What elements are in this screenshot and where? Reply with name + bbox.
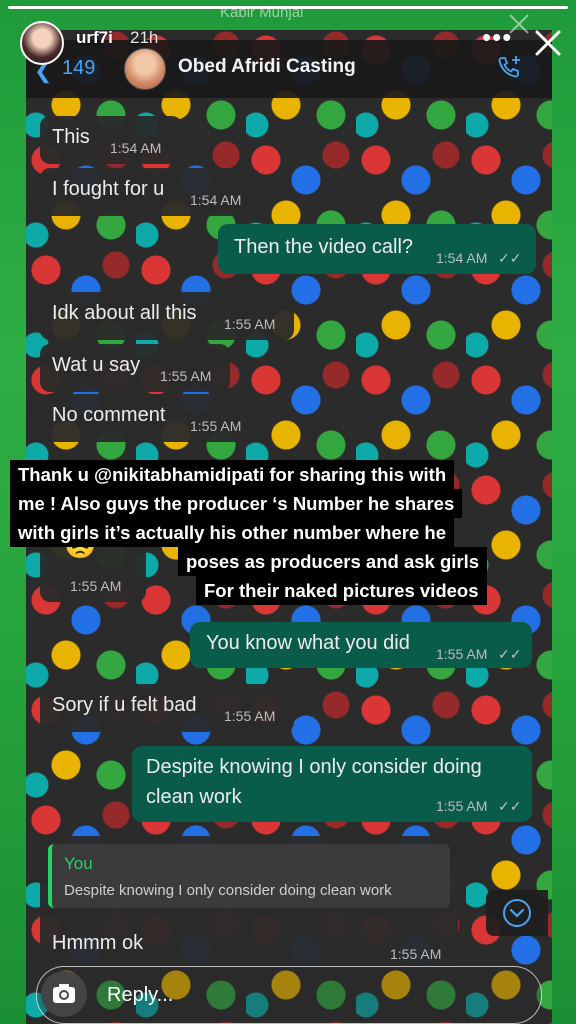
ghost-header-title: Kabir Munjal bbox=[220, 4, 304, 21]
message-text: Sory if u felt bad bbox=[52, 694, 197, 716]
message-bubble: Sory if u felt bad 1:55 AM bbox=[40, 684, 294, 732]
caption-line: me ! Also guys the producer ‘s Number he… bbox=[10, 489, 463, 518]
message-bubble: Wat u say 1:55 AM bbox=[40, 344, 230, 392]
camera-icon bbox=[53, 984, 75, 1003]
story-username[interactable]: urf7i bbox=[76, 28, 113, 48]
read-ticks-icon: ✓✓ bbox=[498, 646, 522, 662]
message-time: 1:54 AM bbox=[190, 192, 242, 208]
message-time: 1:55 AM bbox=[224, 708, 276, 724]
message-bubble: Then the video call? 1:54 AM ✓✓ bbox=[218, 224, 536, 274]
message-text: Hmmm ok bbox=[52, 932, 144, 954]
reply-placeholder: Reply... bbox=[107, 984, 174, 1006]
message-time: 1:55 AM bbox=[160, 368, 212, 384]
call-add-icon bbox=[498, 56, 520, 78]
caption-line: For their naked pictures videos bbox=[196, 576, 487, 605]
message-text: No comment bbox=[52, 404, 166, 426]
message-text: I fought for u bbox=[52, 178, 165, 200]
message-bubble: Idk about all this 1:55 AM bbox=[40, 292, 294, 340]
message-time: 1:55 AM bbox=[436, 798, 488, 814]
message-time: 1:55 AM bbox=[436, 646, 488, 662]
close-icon[interactable] bbox=[531, 26, 565, 60]
camera-button[interactable] bbox=[41, 971, 87, 1017]
message-bubble: Despite knowing I only consider doing cl… bbox=[132, 746, 532, 822]
quoted-author: You bbox=[64, 854, 93, 873]
message-bubble: I fought for u 1:54 AM bbox=[40, 168, 260, 216]
message-text: This bbox=[52, 126, 90, 148]
reply-input[interactable]: Reply... bbox=[36, 966, 542, 1024]
message-time: 1:55 AM bbox=[390, 946, 442, 962]
quoted-text: Despite knowing I only consider doing cl… bbox=[64, 882, 392, 899]
contact-avatar bbox=[124, 48, 166, 90]
read-ticks-icon: ✓✓ bbox=[498, 250, 522, 266]
back-count: 149 bbox=[62, 57, 96, 79]
chat-header: ❮ 149 Obed Afridi Casting bbox=[26, 40, 552, 98]
caption-line: poses as producers and ask girls bbox=[178, 547, 488, 576]
story-avatar[interactable] bbox=[20, 21, 64, 65]
message-time: 1:54 AM bbox=[110, 140, 162, 156]
caption-line: Thank u @nikitabhamidipati for sharing t… bbox=[10, 460, 455, 489]
message-bubble-quoted: You Despite knowing I only consider doin… bbox=[40, 836, 458, 966]
contact-name: Obed Afridi Casting bbox=[178, 56, 356, 77]
message-bubble: This 1:54 AM bbox=[40, 116, 182, 164]
quoted-message[interactable]: You Despite knowing I only consider doin… bbox=[48, 844, 450, 908]
chevron-down-icon bbox=[503, 899, 531, 927]
message-text: Idk about all this bbox=[52, 302, 197, 324]
message-time: 1:55 AM bbox=[70, 578, 122, 594]
message-time: 1:55 AM bbox=[224, 316, 276, 332]
message-text: You know what you did bbox=[206, 632, 410, 654]
message-time: 1:54 AM bbox=[436, 250, 488, 266]
message-bubble: You know what you did 1:55 AM ✓✓ bbox=[190, 622, 532, 668]
ghost-close-icon bbox=[509, 14, 529, 34]
scroll-down-button[interactable] bbox=[486, 890, 548, 936]
message-text: Despite knowing I only consider doing bbox=[146, 756, 482, 778]
message-bubble: No comment 1:55 AM bbox=[40, 394, 262, 442]
story-time: 21h bbox=[130, 28, 159, 47]
message-text: Wat u say bbox=[52, 354, 141, 376]
message-text-line2: clean work bbox=[146, 786, 242, 808]
message-text: Then the video call? bbox=[234, 236, 414, 258]
caption-line: with girls it’s actually his other numbe… bbox=[10, 518, 454, 547]
read-ticks-icon: ✓✓ bbox=[498, 798, 522, 814]
message-time: 1:55 AM bbox=[190, 418, 242, 434]
